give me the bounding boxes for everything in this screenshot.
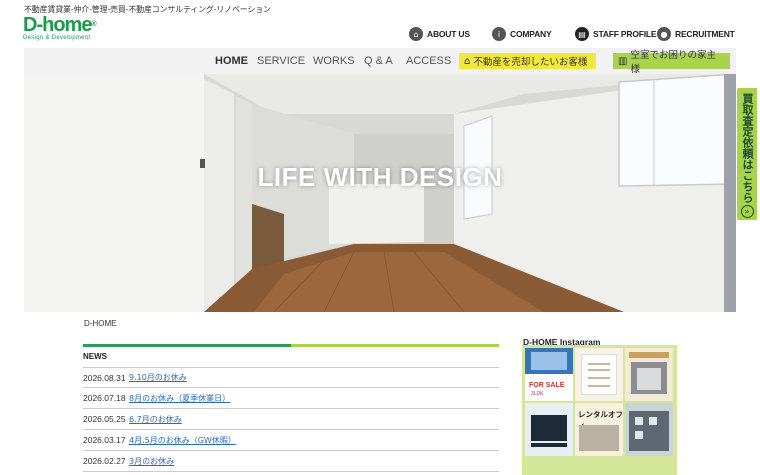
double-chevron-down-icon: » xyxy=(740,205,754,218)
top-link-label: ABOUT US xyxy=(427,29,470,39)
top-link-about-us[interactable]: ⌂ ABOUT US xyxy=(409,26,470,42)
news-link[interactable]: 4月.5月のお休み（GW休暇） xyxy=(129,435,236,446)
nav-works[interactable]: WORKS xyxy=(313,55,355,67)
building-icon: ▥ xyxy=(618,55,628,67)
news-item: 2026.03.17 4月.5月のお休み（GW休暇） xyxy=(83,430,499,451)
hero-banner: LIFE WITH DESIGN xyxy=(24,74,736,312)
nav-access[interactable]: ACCESS xyxy=(406,55,451,67)
top-link-label: STAFF PROFILE xyxy=(593,29,657,39)
news-link[interactable]: 8月のお休み（夏季休業日） xyxy=(129,393,230,404)
info-icon: i xyxy=(492,27,506,41)
vacancy-owner-label: 空室でお困りの家主様 xyxy=(630,50,716,75)
nav-home[interactable]: HOME xyxy=(215,55,248,67)
sell-property-button[interactable]: ⌂ 不動産を売却したいお客様 xyxy=(459,53,596,69)
house-icon: ⌂ xyxy=(464,55,471,67)
news-link[interactable]: 9.10月のお休み xyxy=(129,372,187,383)
logo-registered-mark: ® xyxy=(91,21,96,28)
instagram-feed: FOR SALE 3LDK レンタルオフィ xyxy=(522,345,677,475)
news-item: 2026.02.27 3月のお休み xyxy=(83,451,499,472)
news-divider xyxy=(83,344,499,347)
instagram-post[interactable] xyxy=(525,403,573,456)
instagram-post-subtext: 3LDK xyxy=(531,391,544,397)
news-date: 2026.02.27 xyxy=(83,456,126,466)
logo-subtitle: Design & Development xyxy=(23,35,91,41)
instagram-post[interactable]: FOR SALE 3LDK xyxy=(525,348,573,401)
news-list: 2026.08.31 9.10月のお休み 2026.07.18 8月のお休み（夏… xyxy=(83,367,499,472)
news-link[interactable]: 3月のお休み xyxy=(129,456,174,467)
instagram-post[interactable] xyxy=(575,348,623,401)
news-item: 2026.07.18 8月のお休み（夏季休業日） xyxy=(83,388,499,409)
purchase-appraisal-tab[interactable]: 買取査定依頼はこちら » xyxy=(737,88,757,220)
logo-text: D-home xyxy=(23,14,92,36)
purchase-appraisal-label: 買取査定依頼はこちら xyxy=(741,93,754,203)
nav-qa[interactable]: Q & A xyxy=(364,55,393,67)
instagram-post-text: FOR SALE xyxy=(529,382,565,389)
home-icon: ⌂ xyxy=(409,27,423,41)
news-heading: NEWS xyxy=(83,352,107,361)
news-item: 2026.05.25 6.7月のお休み xyxy=(83,409,499,430)
news-date: 2026.05.25 xyxy=(83,414,126,424)
vacancy-owner-button[interactable]: ▥ 空室でお困りの家主様 xyxy=(613,50,730,75)
instagram-post[interactable]: レンタルオフィ xyxy=(575,403,623,456)
hero-title: LIFE WITH DESIGN xyxy=(257,162,503,192)
news-link[interactable]: 6.7月のお休み xyxy=(129,414,182,425)
news-date: 2026.03.17 xyxy=(83,435,126,445)
news-item: 2026.08.31 9.10月のお休み xyxy=(83,367,499,388)
news-date: 2026.08.31 xyxy=(83,372,126,383)
top-link-label: RECRUITMENT xyxy=(675,29,735,39)
top-link-company[interactable]: i COMPANY xyxy=(492,26,552,42)
staff-icon: ▤ xyxy=(575,27,589,41)
site-logo[interactable]: D-home® Design & Development xyxy=(23,14,97,42)
instagram-post[interactable] xyxy=(625,403,673,456)
sell-property-label: 不動産を売却したいお客様 xyxy=(473,57,588,68)
top-link-staff-profile[interactable]: ▤ STAFF PROFILE xyxy=(575,26,657,42)
instagram-post[interactable] xyxy=(625,348,673,401)
nav-service[interactable]: SERVICE xyxy=(257,55,305,67)
hero-room-image xyxy=(24,74,736,312)
main-nav: HOME SERVICE WORKS Q & A ACCESS ⌂ 不動産を売却… xyxy=(24,48,736,75)
top-link-recruitment[interactable]: ● RECRUITMENT xyxy=(657,26,735,42)
top-link-label: COMPANY xyxy=(510,29,552,39)
person-icon: ● xyxy=(657,27,671,41)
news-date: 2026.07.18 xyxy=(83,393,126,403)
breadcrumb: D-HOME xyxy=(84,319,117,328)
